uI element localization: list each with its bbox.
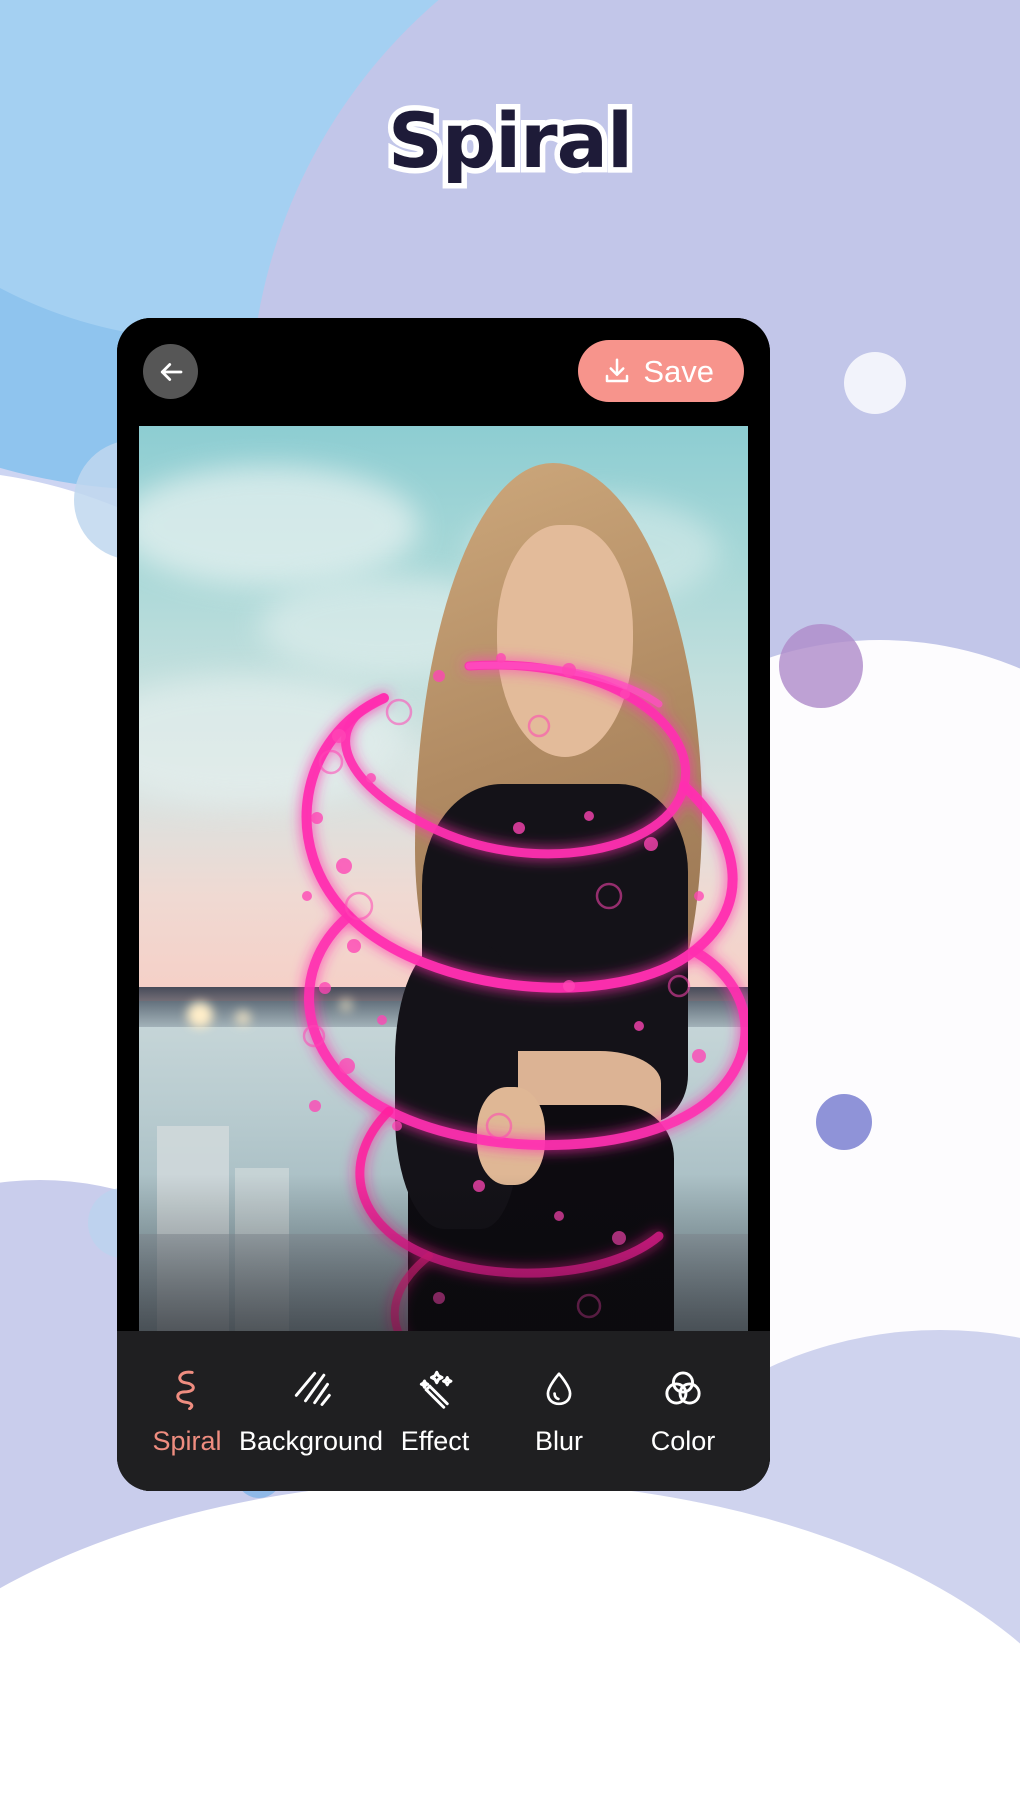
background-dot-purple-right [779, 624, 863, 708]
nav-label-color: Color [650, 1426, 716, 1456]
venn-circles-icon [661, 1365, 705, 1411]
save-button-label: Save [643, 353, 714, 389]
nav-item-color[interactable]: Color [621, 1365, 745, 1457]
magic-wand-icon [414, 1365, 456, 1411]
arrow-left-icon [160, 362, 182, 381]
photo-bottom-shade [139, 1174, 748, 1354]
background-dot-indigo-right [816, 1094, 872, 1150]
droplet-icon [540, 1365, 578, 1411]
nav-item-emoji[interactable]: Emoji [745, 1365, 770, 1457]
nav-label-effect: Effect [400, 1426, 470, 1456]
save-button[interactable]: Save [578, 340, 744, 402]
hatch-lines-icon [289, 1365, 333, 1411]
nav-item-effect[interactable]: Effect [373, 1365, 497, 1457]
app-topbar: Save [117, 318, 770, 424]
spiral-icon [167, 1365, 207, 1411]
nav-item-blur[interactable]: Blur [497, 1365, 621, 1457]
nav-label-spiral: Spiral [152, 1426, 222, 1456]
photo-canvas[interactable] [139, 426, 748, 1354]
bottom-toolbar: Spiral Background Effect Blur Color [117, 1331, 770, 1491]
page-title-container: Spiral [0, 91, 1020, 191]
nav-item-spiral[interactable]: Spiral [125, 1365, 249, 1457]
nav-label-background: Background [238, 1426, 384, 1456]
page-title: Spiral [382, 91, 638, 191]
back-button[interactable] [143, 344, 198, 399]
download-icon [606, 358, 629, 383]
nav-item-background[interactable]: Background [239, 1365, 383, 1457]
background-dot-white-right [844, 352, 906, 414]
phone-mockup: Save Spiral Background Effect Blur Color [117, 318, 770, 1491]
nav-label-blur: Blur [534, 1426, 583, 1456]
